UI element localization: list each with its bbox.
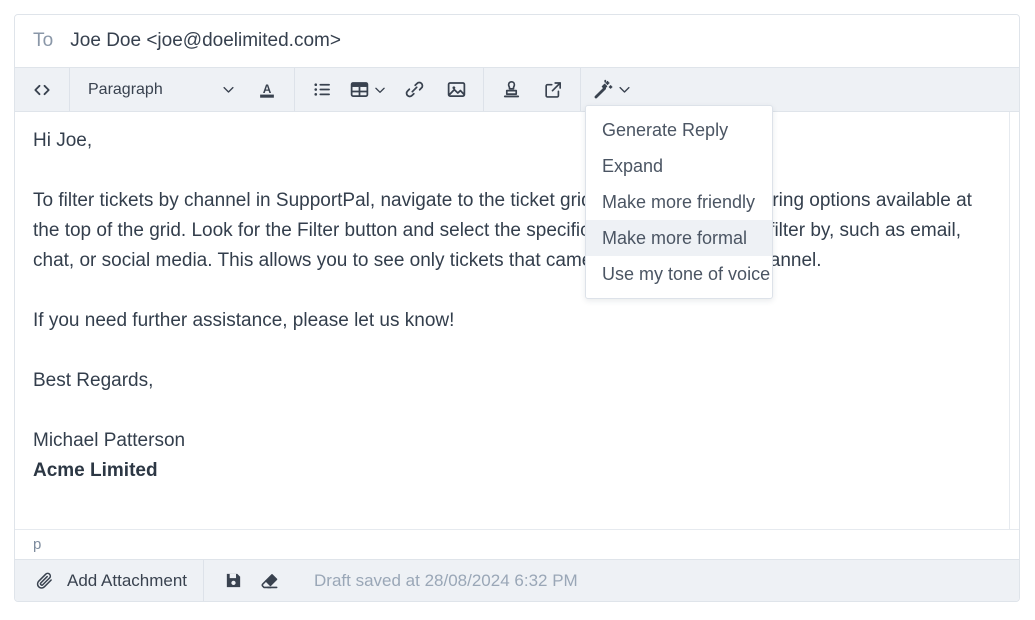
- chevron-down-icon: [221, 82, 236, 97]
- paperclip-icon: [31, 568, 57, 594]
- open-external-icon[interactable]: [532, 74, 574, 106]
- menu-item-expand[interactable]: Expand: [586, 148, 772, 184]
- draft-actions: [204, 560, 298, 601]
- save-draft-icon[interactable]: [220, 568, 246, 594]
- paragraph-style-label: Paragraph: [88, 80, 163, 98]
- message-greeting: Hi Joe,: [33, 130, 93, 151]
- toolbar-group-actions: [484, 68, 581, 111]
- ai-magic-wand-icon[interactable]: [587, 74, 638, 106]
- chevron-down-icon: [617, 82, 632, 97]
- composer-footer: Add Attachment Draft saved at 28/08/2024…: [15, 560, 1019, 601]
- image-icon[interactable]: [435, 74, 477, 106]
- menu-item-use-my-tone-of-voice[interactable]: Use my tone of voice: [586, 256, 772, 292]
- signature-name: Michael Patterson: [33, 430, 186, 451]
- menu-item-generate-reply[interactable]: Generate Reply: [586, 112, 772, 148]
- message-paragraph-2: If you need further assistance, please l…: [33, 310, 455, 331]
- draft-status-wrap: Draft saved at 28/08/2024 6:32 PM: [298, 560, 594, 601]
- editor-scrollbar[interactable]: [1009, 112, 1019, 529]
- editor-body-wrapper: Hi Joe, To filter tickets by channel in …: [15, 112, 1019, 530]
- source-code-icon[interactable]: [21, 74, 63, 106]
- signature-company: Acme Limited: [33, 460, 158, 481]
- message-editor[interactable]: Hi Joe, To filter tickets by channel in …: [15, 112, 1019, 529]
- bullet-list-icon[interactable]: [301, 74, 343, 106]
- element-path-bar: p: [15, 530, 1019, 560]
- toolbar-group-source: [15, 68, 70, 111]
- svg-text:A: A: [263, 81, 272, 95]
- ai-assistant-menu: Generate Reply Expand Make more friendly…: [585, 105, 773, 299]
- text-color-icon[interactable]: A: [246, 74, 288, 106]
- toolbar-group-insert: [295, 68, 484, 111]
- canned-response-stamp-icon[interactable]: [490, 74, 532, 106]
- composer-panel: To Joe Doe <joe@doelimited.com> Paragrap…: [14, 14, 1020, 602]
- editor-toolbar: Paragraph A: [15, 68, 1019, 112]
- add-attachment-button[interactable]: Add Attachment: [15, 560, 205, 601]
- to-label: To: [33, 30, 54, 51]
- table-icon[interactable]: [343, 74, 393, 106]
- draft-status-text: Draft saved at 28/08/2024 6:32 PM: [314, 570, 578, 590]
- add-attachment-label: Add Attachment: [67, 570, 188, 590]
- message-paragraph-1: To filter tickets by channel in SupportP…: [33, 190, 972, 271]
- chevron-down-icon: [373, 83, 387, 97]
- link-icon[interactable]: [393, 74, 435, 106]
- message-sign-off: Best Regards,: [33, 370, 154, 391]
- discard-draft-eraser-icon[interactable]: [256, 568, 282, 594]
- paragraph-style-dropdown[interactable]: Paragraph: [76, 74, 246, 106]
- element-path[interactable]: p: [33, 536, 41, 553]
- recipient-row[interactable]: To Joe Doe <joe@doelimited.com>: [15, 15, 1019, 68]
- message-signature: Michael Patterson Acme Limited: [33, 426, 997, 486]
- toolbar-group-format: Paragraph A: [70, 68, 295, 111]
- menu-item-make-more-formal[interactable]: Make more formal: [586, 220, 772, 256]
- to-input[interactable]: Joe Doe <joe@doelimited.com>: [70, 30, 341, 52]
- email-composer-screen: To Joe Doe <joe@doelimited.com> Paragrap…: [0, 0, 1035, 620]
- menu-item-make-more-friendly[interactable]: Make more friendly: [586, 184, 772, 220]
